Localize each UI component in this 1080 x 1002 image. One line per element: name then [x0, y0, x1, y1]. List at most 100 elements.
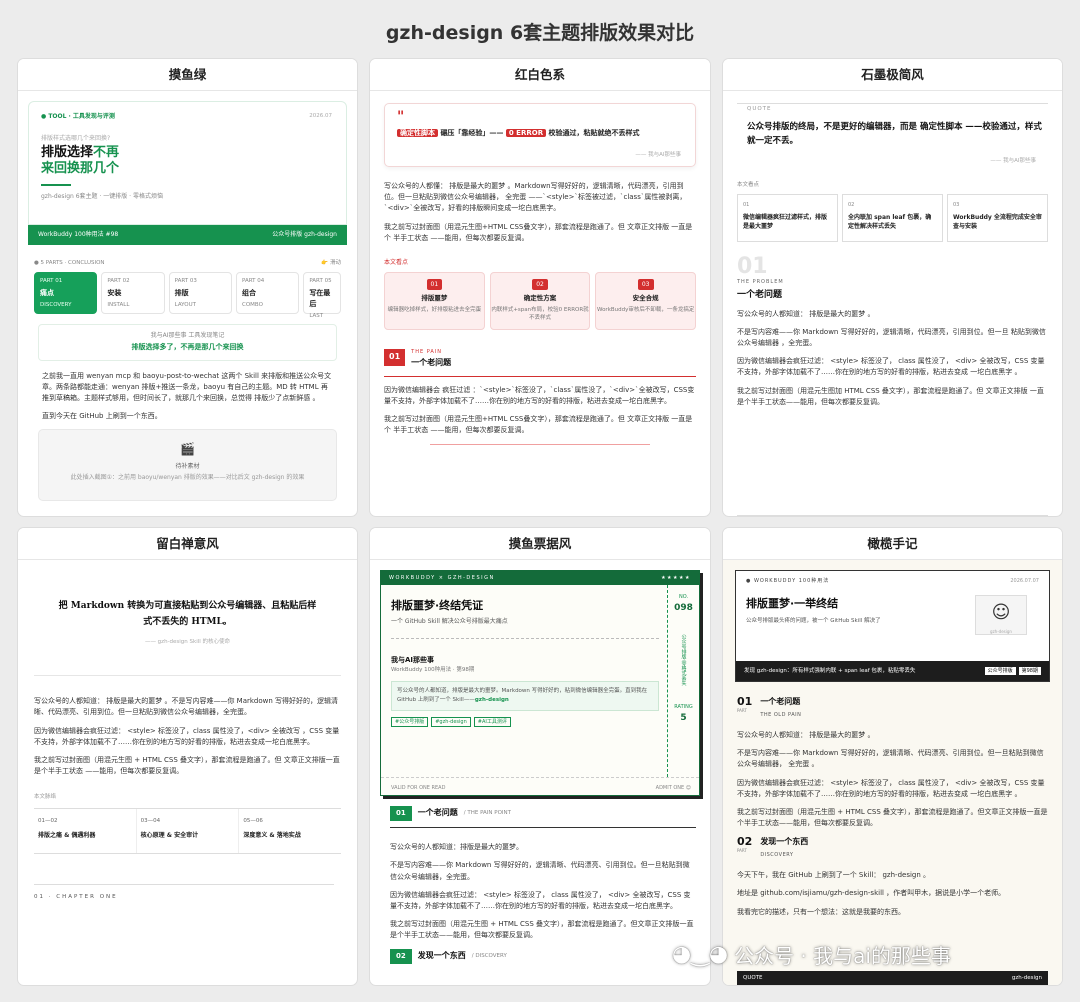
hero-desc: gzh-design 6套主题 · 一键排版 · 零格式烦恼 — [41, 192, 163, 200]
clapper-icon: 🎬 — [180, 442, 195, 457]
point-card: 03 WorkBuddy 全流程完成安全审查与安装 — [947, 194, 1048, 243]
point-card: 02 确定性方案 内联样式+span布局，校验0 ERROR就不丢样式 — [489, 271, 591, 330]
section-title: 一个老问题 — [737, 290, 783, 301]
image-placeholder: 🎬 待补素材 此处插入截图①：之前用 baoyu/wenyan 排版的效果——对比后… — [38, 429, 337, 502]
hero-block: ● TOOL · 工具发现与评测 2026.07 排版样式选哪几个来回换? 排版… — [28, 101, 347, 225]
divider — [430, 444, 650, 446]
dark-bar: 发现 gzh-design：所有样式强制内联 + span leaf 包裹，粘贴… — [736, 661, 1049, 681]
quote-footer-bar: QUOTE gzh-design — [737, 971, 1048, 985]
quote-label: QUOTE — [747, 106, 772, 112]
preview-body: QUOTE 公众号排版的终局，不是更好的编辑器，而是 确定性脚本 ——校验通过，… — [723, 91, 1062, 516]
section-label: 本文看点 — [384, 258, 409, 266]
point-card: 01 排版噩梦 编辑器吃掉样式，好排版粘进去全完蛋 — [384, 271, 485, 330]
body-text: 因为微信编辑器会 疯狂过滤 ：`<style>`标签没了，`class`属性没了… — [384, 385, 695, 435]
body-text: 今天下午，我在 GitHub 上刷到了一个 Skill： gzh-design … — [737, 871, 1006, 916]
chapter-label: 01 · CHAPTER ONE — [34, 884, 334, 902]
body-text: 写公众号的人都知道：排版是最大的噩梦。 不是写内容难——你 Markdown 写… — [390, 843, 694, 940]
outline-item: 03—04 核心原理 & 安全审计 — [137, 809, 240, 854]
section-heading: 01 PART 一个老问题 THE OLD PAIN — [737, 695, 802, 718]
watermark: ◕‿◕ 公众号 · 我与ai的那些事 — [672, 942, 951, 968]
section-heading: 01 THE PAIN 一个老问题 — [384, 346, 696, 370]
card-title: 橄榄手记 — [723, 528, 1062, 560]
parts-row: PART 01 痛点 DISCOVERY PART 02 安装 INSTALL PART… — [34, 271, 341, 319]
rating-stars: ★★★★★ — [661, 575, 691, 581]
body-text: 写公众号的人都知道： 排版是最大的噩梦 。不是写内容难——你 Markdown … — [34, 697, 340, 776]
section-heading: 02 PART 发现一个东西 DISCOVERY — [737, 835, 809, 859]
ticket-stub: NO. 098 公众号排版·零格式丢失 RATING 5 — [667, 585, 699, 777]
outline-item: 05—06 深度意义 & 落地实战 — [243, 818, 301, 839]
quote-text: 公众号排版的终局，不是更好的编辑器，而是 确定性脚本 ——校验通过，样式就一定不… — [747, 121, 1042, 147]
preview-body: ● WORKBUDDY 100种用法 2026.07.07 排版噩梦·一举终结 … — [723, 560, 1062, 985]
preview-body: ● TOOL · 工具发现与评测 2026.07 排版样式选哪几个来回换? 排版… — [18, 91, 357, 516]
intro-box: 写公众号的人都知道，排版是最大的噩梦。Markdown 写得好好的，粘到微信编辑… — [391, 681, 659, 711]
points-row: 01 排版噩梦 编辑器吃掉样式，好排版粘进去全完蛋 02 确定性方案 内联样式+span… — [384, 271, 697, 330]
series-bar: WorkBuddy 100种用法 #98 公众号排版 gzh-design — [28, 225, 347, 245]
point-card: 02 全内联加 span leaf 包裹，确定性解决样式丢失 — [842, 194, 943, 243]
ticket-header: WORKBUDDY × GZH-DESIGN ★★★★★ — [381, 571, 699, 585]
smiley-icon: ☺ gzh-design — [975, 595, 1027, 635]
ticket-title: 排版噩梦·终结凭证 — [391, 599, 484, 612]
page-title: gzh-design 6套主题排版效果对比 — [385, 22, 695, 44]
ticket-block: WORKBUDDY × GZH-DESIGN ★★★★★ NO. 098 公众号排版… — [380, 570, 700, 796]
part-card[interactable]: PART 03 排版 LAYOUT — [168, 271, 232, 314]
outline-row: 01—02 排版之痛 & 偶遇利器 03—04 核心原理 & 安全审计 05—06 深… — [34, 808, 341, 855]
section-heading: 01 一个老问题 / THE PAIN POINT — [390, 806, 696, 829]
hero-tag: ● TOOL · 工具发现与评测 — [41, 113, 115, 120]
issue-label: WorkBuddy 100种用法 · 第98期 — [391, 667, 475, 674]
part-card[interactable]: PART 04 组合 COMBO — [235, 271, 300, 314]
body-text: 之前我一直用 wenyan mcp 和 baoyu-post-to-wechat… — [42, 371, 332, 421]
point-card: 01 微信编辑器疯狂过滤样式，排版是最大噩梦 — [737, 194, 838, 243]
section-label: 本文看点 — [737, 182, 760, 189]
card-title: 留白禅意风 — [18, 528, 357, 560]
body-text: 写公众号的人都知道： 排版是最大的噩梦 。 不是写内容难——你 Markdown… — [737, 730, 1048, 828]
divider — [737, 103, 1048, 104]
preview-body: WORKBUDDY × GZH-DESIGN ★★★★★ NO. 098 公众号排版… — [370, 560, 710, 985]
part-card[interactable]: PART 01 痛点 DISCOVERY — [34, 271, 98, 314]
points-row: 01 微信编辑器疯狂过滤样式，排版是最大噩梦 02 全内联加 span leaf 包… — [737, 194, 1048, 243]
outline-item: 01—02 排版之痛 & 偶遇利器 — [34, 809, 137, 854]
divider — [737, 515, 1048, 516]
ticket-footer: VALID FOR ONE READ ADMIT ONE 😊 — [381, 777, 699, 795]
theme-card-red-white[interactable]: 红白色系 " 确定性脚本 碾压「靠经验」—— 0 ERROR 校验通过，粘贴就绝… — [369, 58, 711, 517]
theme-card-zen[interactable]: 留白禅意风 把 Markdown 转换为可直接粘贴到公众号编辑器、且粘贴后样式不… — [17, 527, 358, 986]
ticket-subtitle: 一个 GitHub Skill 解决公众号排版最大痛点 — [391, 617, 508, 625]
quote-text: 把 Markdown 转换为可直接粘贴到公众号编辑器、且粘贴后样式不丢失的 HT… — [58, 601, 317, 628]
card-title: 摸鱼绿 — [18, 59, 357, 91]
parts-label: ● 5 PARTS · CONCLUSION 👉 滑动 — [34, 260, 341, 266]
preview-body: 把 Markdown 转换为可直接粘贴到公众号编辑器、且粘贴后样式不丢失的 HT… — [18, 560, 357, 985]
card-title: 红白色系 — [370, 59, 710, 91]
wechat-icon: ◕‿◕ — [672, 942, 729, 967]
preview-body: " 确定性脚本 碾压「靠经验」—— 0 ERROR 校验通过，粘贴就绝不丢样式 … — [370, 91, 710, 516]
body-text: 写公众号的人都懂： 排版是最大的噩梦 。Markdown写得好好的，逻辑清晰，代… — [384, 182, 693, 242]
divider — [34, 675, 341, 677]
quote-source: —— gzh-design Skill 的核心使命 — [144, 639, 231, 646]
tag: #AI工具测评 — [473, 716, 511, 727]
hero-date: 2026.07 — [309, 113, 332, 119]
part-card[interactable]: PART 02 安装 INSTALL — [101, 271, 165, 314]
theme-card-graphite[interactable]: 石墨极简风 QUOTE 公众号排版的终局，不是更好的编辑器，而是 确定性脚本 —… — [722, 58, 1063, 517]
quote-source: —— 我与AI那些事 — [990, 157, 1036, 164]
section-label: 本文脉络 — [34, 794, 57, 801]
section-number: 01 — [737, 254, 768, 280]
part-card[interactable]: PART 05 写在最后 LAST — [303, 271, 341, 319]
quote-box: " 确定性脚本 碾压「靠经验」—— 0 ERROR 校验通过，粘贴就绝不丢样式 … — [384, 103, 696, 167]
tag: #公众号排版 — [391, 716, 429, 727]
hero-subtitle: 排版样式选哪几个来回换? — [41, 134, 111, 142]
tag-row: #公众号排版 #gzh-design #AI工具测评 — [391, 716, 699, 727]
theme-card-olive[interactable]: 橄榄手记 ● WORKBUDDY 100种用法 2026.07.07 排版噩梦·… — [722, 527, 1063, 986]
tag: #gzh-design — [431, 716, 471, 727]
point-card: 03 安全合规 WorkBuddy审核后不卸载，一条龙搞定 — [595, 271, 697, 330]
accent-bar — [41, 183, 71, 186]
hero-title: 排版选择不再 来回换那几个 — [41, 145, 120, 177]
card-title: 石墨极简风 — [723, 59, 1062, 91]
quote-mark-icon: " — [397, 109, 405, 125]
theme-card-moyu-green[interactable]: 摸鱼绿 ● TOOL · 工具发现与评测 2026.07 排版样式选哪几个来回换… — [17, 58, 358, 517]
section-en: THE PROBLEM — [737, 279, 784, 286]
card-title: 摸鱼票据风 — [370, 528, 710, 560]
header-block: ● WORKBUDDY 100种用法 2026.07.07 排版噩梦·一举终结 … — [735, 570, 1050, 682]
quote-box: 我与AI那些事 工具发现笔记 排版选择多了，不再是那几个来回换 — [38, 323, 337, 361]
body-text: 写公众号的人都知道： 排版是最大的噩梦 。 不是写内容难——你 Markdown… — [737, 309, 1046, 406]
section-heading: 02 发现一个东西 / DISCOVERY — [390, 948, 710, 964]
divider — [391, 638, 659, 640]
theme-card-ticket[interactable]: 摸鱼票据风 WORKBUDDY × GZH-DESIGN ★★★★★ NO. 098… — [369, 527, 711, 986]
